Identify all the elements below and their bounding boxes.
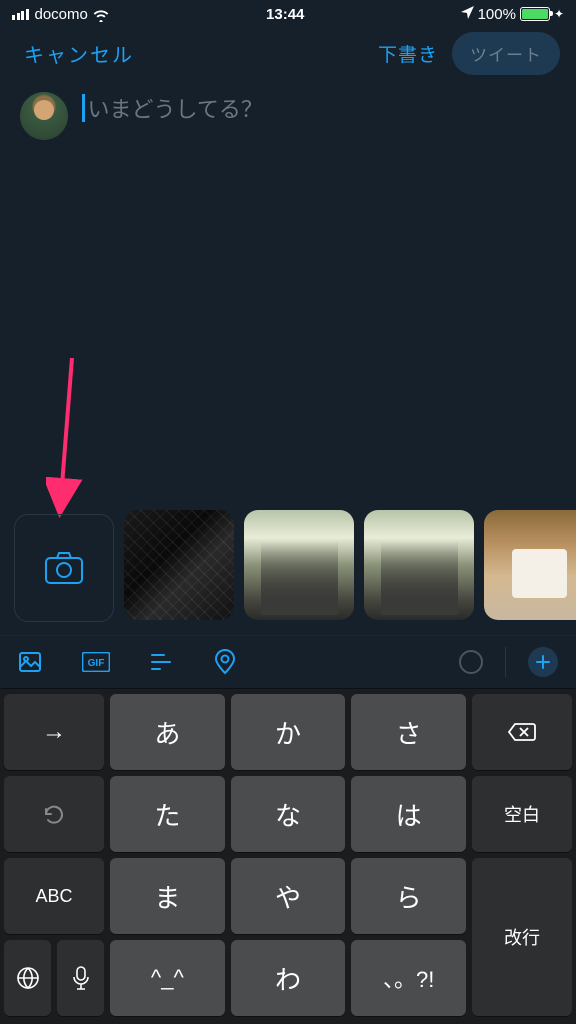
compose-placeholder: いまどうしてる？ — [88, 92, 263, 124]
key-wa[interactable]: わ — [231, 940, 346, 1016]
add-thread-button[interactable] — [528, 647, 558, 677]
key-ma[interactable]: ま — [110, 858, 225, 934]
clock: 13:44 — [266, 6, 304, 23]
char-count-circle — [459, 650, 483, 674]
compose-nav: キャンセル 下書き ツイート — [0, 28, 576, 78]
key-emoji[interactable]: ^_^ — [110, 940, 225, 1016]
photo-thumbnail[interactable] — [484, 510, 576, 620]
photo-thumbnail[interactable] — [124, 510, 234, 620]
photo-strip — [0, 510, 576, 628]
carrier-label: docomo — [35, 6, 88, 23]
key-ta[interactable]: た — [110, 776, 225, 852]
cancel-button[interactable]: キャンセル — [24, 39, 134, 68]
key-space[interactable]: 空白 — [472, 776, 572, 852]
svg-text:GIF: GIF — [88, 658, 105, 669]
text-cursor — [82, 94, 85, 122]
camera-button[interactable] — [14, 514, 114, 622]
wifi-icon — [92, 6, 110, 23]
charging-icon: ✦ — [554, 7, 564, 21]
key-globe[interactable] — [4, 940, 51, 1016]
key-a[interactable]: あ — [110, 694, 225, 770]
signal-icon — [12, 9, 29, 20]
compose-toolbar: GIF — [0, 635, 576, 689]
key-punct[interactable]: 、。?! — [351, 940, 466, 1016]
key-undo[interactable] — [4, 776, 104, 852]
battery-pct: 100% — [478, 6, 516, 23]
gif-icon[interactable]: GIF — [82, 652, 110, 672]
key-na[interactable]: な — [231, 776, 346, 852]
key-ka[interactable]: か — [231, 694, 346, 770]
annotation-arrow — [46, 358, 86, 518]
tweet-button[interactable]: ツイート — [452, 32, 560, 75]
avatar[interactable] — [20, 92, 68, 140]
location-icon[interactable] — [214, 649, 236, 675]
compose-input[interactable]: いまどうしてる？ — [82, 92, 263, 124]
key-next[interactable]: → — [4, 694, 104, 770]
image-icon[interactable] — [18, 650, 42, 674]
key-mic[interactable] — [57, 940, 104, 1016]
draft-button[interactable]: 下書き — [378, 40, 438, 67]
key-backspace[interactable] — [472, 694, 572, 770]
photo-thumbnail[interactable] — [244, 510, 354, 620]
key-ra[interactable]: ら — [351, 858, 466, 934]
photo-thumbnail[interactable] — [364, 510, 474, 620]
key-ha[interactable]: は — [351, 776, 466, 852]
location-icon — [461, 6, 474, 23]
keyboard: → あ か さ た な は 空白 ABC ま ^_^ や わ ら 、。?! — [0, 690, 576, 1024]
status-bar: docomo 13:44 100% ✦ — [0, 0, 576, 28]
battery-icon — [520, 7, 550, 21]
poll-icon[interactable] — [150, 651, 174, 673]
key-sa[interactable]: さ — [351, 694, 466, 770]
key-abc[interactable]: ABC — [4, 858, 104, 934]
key-return[interactable]: 改行 — [472, 858, 572, 1016]
divider — [505, 647, 506, 677]
key-ya[interactable]: や — [231, 858, 346, 934]
compose-area: いまどうしてる？ — [0, 78, 576, 154]
